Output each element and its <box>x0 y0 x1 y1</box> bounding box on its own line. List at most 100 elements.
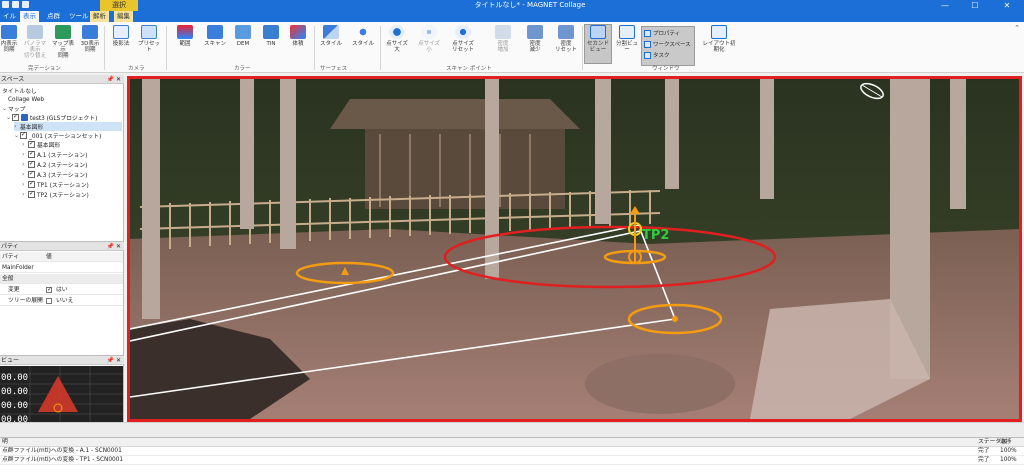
tin-icon <box>263 25 279 39</box>
tin-color-button[interactable]: TIN <box>258 25 284 47</box>
visibility-checkbox[interactable] <box>28 140 35 148</box>
window-panel-toggles: プロパティ ワークスペース タスク <box>641 26 695 66</box>
sync-view-icon <box>1 25 17 39</box>
save-icon[interactable] <box>2 1 9 8</box>
maximize-button[interactable]: ☐ <box>960 0 990 11</box>
visibility-checkbox[interactable] <box>12 113 19 121</box>
tree-node[interactable]: Collage Web <box>8 95 44 104</box>
preset-button[interactable]: プリセット <box>136 25 162 53</box>
workspace-header: スペース 📌 ✕ <box>0 75 124 84</box>
pin-icon[interactable]: 📌 ✕ <box>107 242 121 251</box>
quick-access-toolbar <box>2 1 29 8</box>
preview-value: 00.00 <box>1 387 28 397</box>
visibility-checkbox[interactable] <box>28 190 35 198</box>
group-label: カラー <box>234 66 251 72</box>
volume-color-button[interactable]: 体積 <box>285 25 311 47</box>
toggle-tasks[interactable]: タスク <box>644 51 670 59</box>
density-up-icon <box>495 25 511 39</box>
point-style-button[interactable]: スタイル <box>350 25 376 47</box>
point-size-reset-icon <box>455 25 471 39</box>
pin-icon[interactable]: 📌 ✕ <box>107 356 121 365</box>
tab-file[interactable]: イル <box>0 11 19 22</box>
tree-node[interactable]: ›基本図形 <box>14 122 122 131</box>
tree-node[interactable]: ›TP1 (ステーション) <box>22 180 89 189</box>
map-sync-button[interactable]: マップ表示 同期 <box>50 25 76 59</box>
property-row: 変更はい <box>0 285 123 295</box>
title-bar: 選択 タイトルなし* - MAGNET Collage — ☐ ✕ <box>0 0 1024 11</box>
group-label: サーフェス <box>320 66 348 72</box>
view-sync-button[interactable]: 内表示 同期 <box>0 25 22 53</box>
ribbon: 内表示 同期 パノラマ表示 切り替え マップ表示 同期 3D表示 同期 完デーシ… <box>0 22 1024 73</box>
task-row[interactable]: 点群ファイル(mtl)への変換 - A.1 - SCN0001 完了 100% <box>0 447 1024 456</box>
3d-sync-button[interactable]: 3D表示 同期 <box>77 25 103 53</box>
shrine-building <box>330 99 580 209</box>
properties-header: パティ 📌 ✕ <box>0 242 124 251</box>
tab-analysis[interactable]: 解析 <box>90 11 109 22</box>
panel-splitter[interactable] <box>0 422 1024 437</box>
pin-icon[interactable]: 📌 ✕ <box>107 75 121 84</box>
layout-reset-button[interactable]: レイアウト初期化 <box>700 25 738 53</box>
task-table-header: 明 ステータス 進捗 <box>0 438 1024 447</box>
tree-node[interactable]: ›A.1 (ステーション) <box>22 150 87 159</box>
point-size-down-button[interactable]: 点サイズ 小 <box>416 25 442 53</box>
split-view-button[interactable]: 分割ビュー <box>614 25 640 53</box>
close-button[interactable]: ✕ <box>992 0 1022 11</box>
tab-tools[interactable]: ツール <box>66 11 92 22</box>
visibility-checkbox[interactable] <box>28 150 35 158</box>
panorama-icon <box>27 25 43 39</box>
task-row[interactable]: 点群ファイル(mtl)への変換 - TP1 - SCN0001 完了 100% <box>0 456 1024 465</box>
tree-node[interactable]: ⌄ マップ <box>2 104 25 113</box>
density-down-button[interactable]: 密度 減少 <box>522 25 548 53</box>
preview-header: ビュー 📌 ✕ <box>0 356 124 365</box>
tree-node[interactable]: タイトルなし <box>2 86 37 95</box>
tree-node[interactable]: ›基本図形 <box>22 140 60 149</box>
property-category[interactable]: 全般 <box>0 274 123 284</box>
panorama-toggle-button[interactable]: パノラマ表示 切り替え <box>22 25 48 59</box>
dem-color-button[interactable]: DEM <box>230 25 256 47</box>
pointcloud-viewport[interactable]: TP2 <box>127 76 1022 422</box>
point-size-up-icon <box>389 25 405 39</box>
density-reset-button[interactable]: 密度 リセット <box>553 25 579 53</box>
ribbon-collapse-icon[interactable]: ⌃ <box>1014 24 1020 32</box>
property-row: ツリーの展開 いいえ <box>0 296 123 306</box>
modified-checkbox[interactable] <box>46 285 52 295</box>
visibility-checkbox[interactable] <box>28 160 35 168</box>
scan-color-button[interactable]: スキャン <box>202 25 228 47</box>
tab-view[interactable]: 表示 <box>20 11 39 22</box>
tree-node[interactable]: ›TP2 (ステーション) <box>22 190 89 199</box>
minimize-button[interactable]: — <box>930 0 960 11</box>
visibility-checkbox[interactable] <box>28 170 35 178</box>
range-icon <box>177 25 193 39</box>
tab-pointcloud[interactable]: 点群 <box>44 11 63 22</box>
toggle-properties[interactable]: プロパティ <box>644 29 680 37</box>
second-view-button[interactable]: セカンドビュー <box>584 24 612 64</box>
range-color-button[interactable]: 範囲 <box>172 25 198 47</box>
density-up-button[interactable]: 密度 増加 <box>490 25 516 53</box>
property-row: MainFolder <box>0 263 123 273</box>
properties-panel: パティ📌 ✕ パティ値 MainFolder 全般 変更はい ツリーの展開いいえ <box>0 241 124 355</box>
preview-canvas[interactable]: 00.00 00.00 00.00 00.00 <box>0 366 123 430</box>
density-reset-icon <box>558 25 574 39</box>
map-sync-icon <box>55 25 71 39</box>
density-down-icon <box>527 25 543 39</box>
project-icon <box>21 114 28 121</box>
split-view-icon <box>619 25 635 39</box>
point-size-up-button[interactable]: 点サイズ 大 <box>384 25 410 53</box>
visibility-checkbox[interactable] <box>28 180 35 188</box>
tree-node[interactable]: ›A.3 (ステーション) <box>22 170 87 179</box>
visibility-checkbox[interactable] <box>20 131 27 139</box>
undo-icon[interactable] <box>12 1 19 8</box>
tab-edit[interactable]: 編集 <box>114 11 133 22</box>
point-size-reset-button[interactable]: 点サイズ リセット <box>450 25 476 53</box>
expand-tree-checkbox[interactable] <box>46 298 52 304</box>
surface-style-button[interactable]: スタイル <box>318 25 344 47</box>
tree-node[interactable]: ›A.2 (ステーション) <box>22 160 87 169</box>
group-label: カメラ <box>128 66 145 72</box>
window-title: タイトルなし* - MAGNET Collage <box>474 1 586 9</box>
point-size-down-icon <box>421 25 437 39</box>
redo-icon[interactable] <box>22 1 29 8</box>
projection-button[interactable]: 投影法 <box>108 25 134 47</box>
toggle-workspace[interactable]: ワークスペース <box>644 40 691 48</box>
tree-node[interactable]: ⌄_001 (ステーションセット) <box>14 131 101 140</box>
tree-node[interactable]: ⌄test3 (GLSプロジェクト) <box>6 113 97 122</box>
